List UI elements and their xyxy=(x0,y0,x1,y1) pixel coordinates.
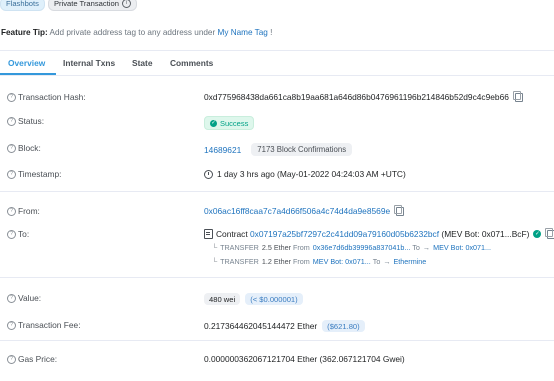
feature-tip-text: Add private address tag to any address u… xyxy=(47,28,218,37)
help-icon[interactable]: ? xyxy=(7,143,16,153)
transfer-amount: 2.5 Ether xyxy=(261,243,292,252)
block-number-link[interactable]: 14689621 xyxy=(204,145,241,155)
timestamp-text: 1 day 3 hrs ago (May-01-2022 04:24:03 AM… xyxy=(217,169,406,179)
help-icon[interactable]: ? xyxy=(7,116,16,126)
transfer-row: └ TRANSFER 1.2 Ether From MEV Bot: 0x071… xyxy=(212,257,426,266)
transaction-fee-value: 0.217364462045144472 Ether ($621.80) xyxy=(204,320,365,332)
transfer-to-keyword: To xyxy=(372,257,381,266)
copy-icon[interactable] xyxy=(545,227,554,239)
divider xyxy=(0,191,554,192)
transaction-fee-label: ? Transaction Fee: xyxy=(7,320,81,330)
transfer-from-keyword: From xyxy=(293,243,310,252)
help-icon[interactable]: ? xyxy=(7,92,16,102)
help-icon[interactable]: ? xyxy=(7,206,16,216)
active-tab-indicator xyxy=(0,73,56,75)
copy-icon[interactable] xyxy=(512,90,523,102)
feature-tip-end: ! xyxy=(267,28,273,37)
label-text: Value: xyxy=(18,293,42,303)
tree-branch-icon: └ xyxy=(212,257,218,266)
contract-icon xyxy=(204,229,213,239)
feature-tip: Feature Tip: Add private address tag to … xyxy=(1,28,272,37)
transaction-card: Overview Internal Txns State Comments ? T… xyxy=(0,50,554,381)
fee-text: 0.217364462045144472 Ether xyxy=(204,321,318,331)
info-icon[interactable]: i xyxy=(121,0,131,8)
tab-overview[interactable]: Overview xyxy=(8,58,45,68)
label-text: Timestamp: xyxy=(18,169,62,179)
transfer-keyword: TRANSFER xyxy=(220,257,259,266)
tab-internal-txns[interactable]: Internal Txns xyxy=(63,58,115,68)
fee-usd-badge: ($621.80) xyxy=(322,320,365,332)
status-label: ? Status: xyxy=(7,116,44,126)
gas-price-text: 0.000000362067121704 Ether (362.06712170… xyxy=(204,354,405,364)
transfer-to-keyword: To xyxy=(412,243,420,252)
transfer-from-link[interactable]: MEV Bot: 0x071... xyxy=(313,257,371,266)
timestamp-value: 1 day 3 hrs ago (May-01-2022 04:24:03 AM… xyxy=(204,169,406,179)
label-text: Transaction Fee: xyxy=(18,320,81,330)
gas-price-value: 0.000000362067121704 Ether (362.06712170… xyxy=(204,354,405,364)
timestamp-label: ? Timestamp: xyxy=(7,169,61,179)
help-icon[interactable]: ? xyxy=(7,354,16,364)
contract-name: (MEV Bot: 0x071...BcF) xyxy=(441,229,530,239)
private-transaction-tag[interactable]: Private Transaction i xyxy=(47,0,137,11)
transfer-amount: 1.2 Ether xyxy=(261,257,292,266)
tree-branch-icon: └ xyxy=(212,243,218,252)
divider xyxy=(0,277,554,278)
contract-prefix: Contract xyxy=(216,229,248,239)
block-label: ? Block: xyxy=(7,143,41,153)
label-text: Block: xyxy=(18,143,41,153)
gas-price-label: ? Gas Price: xyxy=(7,354,57,364)
from-address-link[interactable]: 0x06ac16ff8caa7c7a4d66f506a4c74d4da9e856… xyxy=(204,206,390,216)
value-label: ? Value: xyxy=(7,293,41,303)
tab-bar: Overview Internal Txns State Comments xyxy=(0,51,554,76)
label-text: From: xyxy=(18,206,40,216)
label-text: Status: xyxy=(18,116,45,126)
from-label: ? From: xyxy=(7,206,40,216)
help-icon[interactable]: ? xyxy=(7,320,16,330)
label-text: Gas Price: xyxy=(18,354,58,364)
top-tags: Flashbots Private Transaction i xyxy=(0,0,137,11)
status-value: ✓ Success xyxy=(204,116,255,130)
flashbots-tag[interactable]: Flashbots xyxy=(0,0,45,11)
divider xyxy=(0,340,554,341)
to-value: Contract 0x07197a25bf7297c2c41dd09a79160… xyxy=(204,227,554,239)
transfer-keyword: TRANSFER xyxy=(220,243,259,252)
status-text: Success xyxy=(220,118,249,128)
success-badge: ✓ Success xyxy=(204,116,255,130)
check-icon: ✓ xyxy=(210,119,217,127)
block-value: 14689621 7173 Block Confirmations xyxy=(204,143,353,156)
private-transaction-label: Private Transaction xyxy=(53,0,119,8)
verified-check-icon: ✓ xyxy=(533,230,542,238)
my-name-tag-link[interactable]: My Name Tag xyxy=(218,28,268,37)
hash-text: 0xd775968438da661ca8b19aa681a646d86b0476… xyxy=(204,92,509,102)
to-label: ? To: xyxy=(7,229,29,239)
feature-tip-label: Feature Tip: xyxy=(1,28,48,37)
help-icon[interactable]: ? xyxy=(7,169,16,179)
tab-state[interactable]: State xyxy=(132,58,152,68)
transfer-from-keyword: From xyxy=(293,257,310,266)
label-text: Transaction Hash: xyxy=(18,92,86,102)
value-value: 480 wei (< $0.000001) xyxy=(204,293,303,305)
arrow-right-icon: → xyxy=(383,257,391,266)
transaction-hash-value: 0xd775968438da661ca8b19aa681a646d86b0476… xyxy=(204,90,523,102)
arrow-right-icon: → xyxy=(422,243,431,252)
contract-address-link[interactable]: 0x07197a25bf7297c2c41dd09a79160d05b6232b… xyxy=(250,229,439,239)
copy-icon[interactable] xyxy=(394,204,405,216)
transfer-to-link[interactable]: Ethermine xyxy=(394,257,427,266)
help-icon[interactable]: ? xyxy=(7,229,16,239)
value-amount-badge: 480 wei xyxy=(204,293,241,305)
help-icon[interactable]: ? xyxy=(7,293,16,303)
transfer-to-link[interactable]: MEV Bot: 0x071... xyxy=(433,243,491,252)
value-usd-badge: (< $0.000001) xyxy=(245,293,303,305)
label-text: To: xyxy=(18,229,30,239)
clock-icon xyxy=(204,169,213,179)
from-value: 0x06ac16ff8caa7c7a4d66f506a4c74d4da9e856… xyxy=(204,204,405,216)
transfer-row: └ TRANSFER 2.5 Ether From 0x36e7d6db3999… xyxy=(212,243,491,252)
block-confirmations-badge: 7173 Block Confirmations xyxy=(251,143,353,156)
transaction-hash-label: ? Transaction Hash: xyxy=(7,92,86,102)
transfer-from-link[interactable]: 0x36e7d6db39996a837041b... xyxy=(313,243,411,252)
tab-comments[interactable]: Comments xyxy=(170,58,213,68)
